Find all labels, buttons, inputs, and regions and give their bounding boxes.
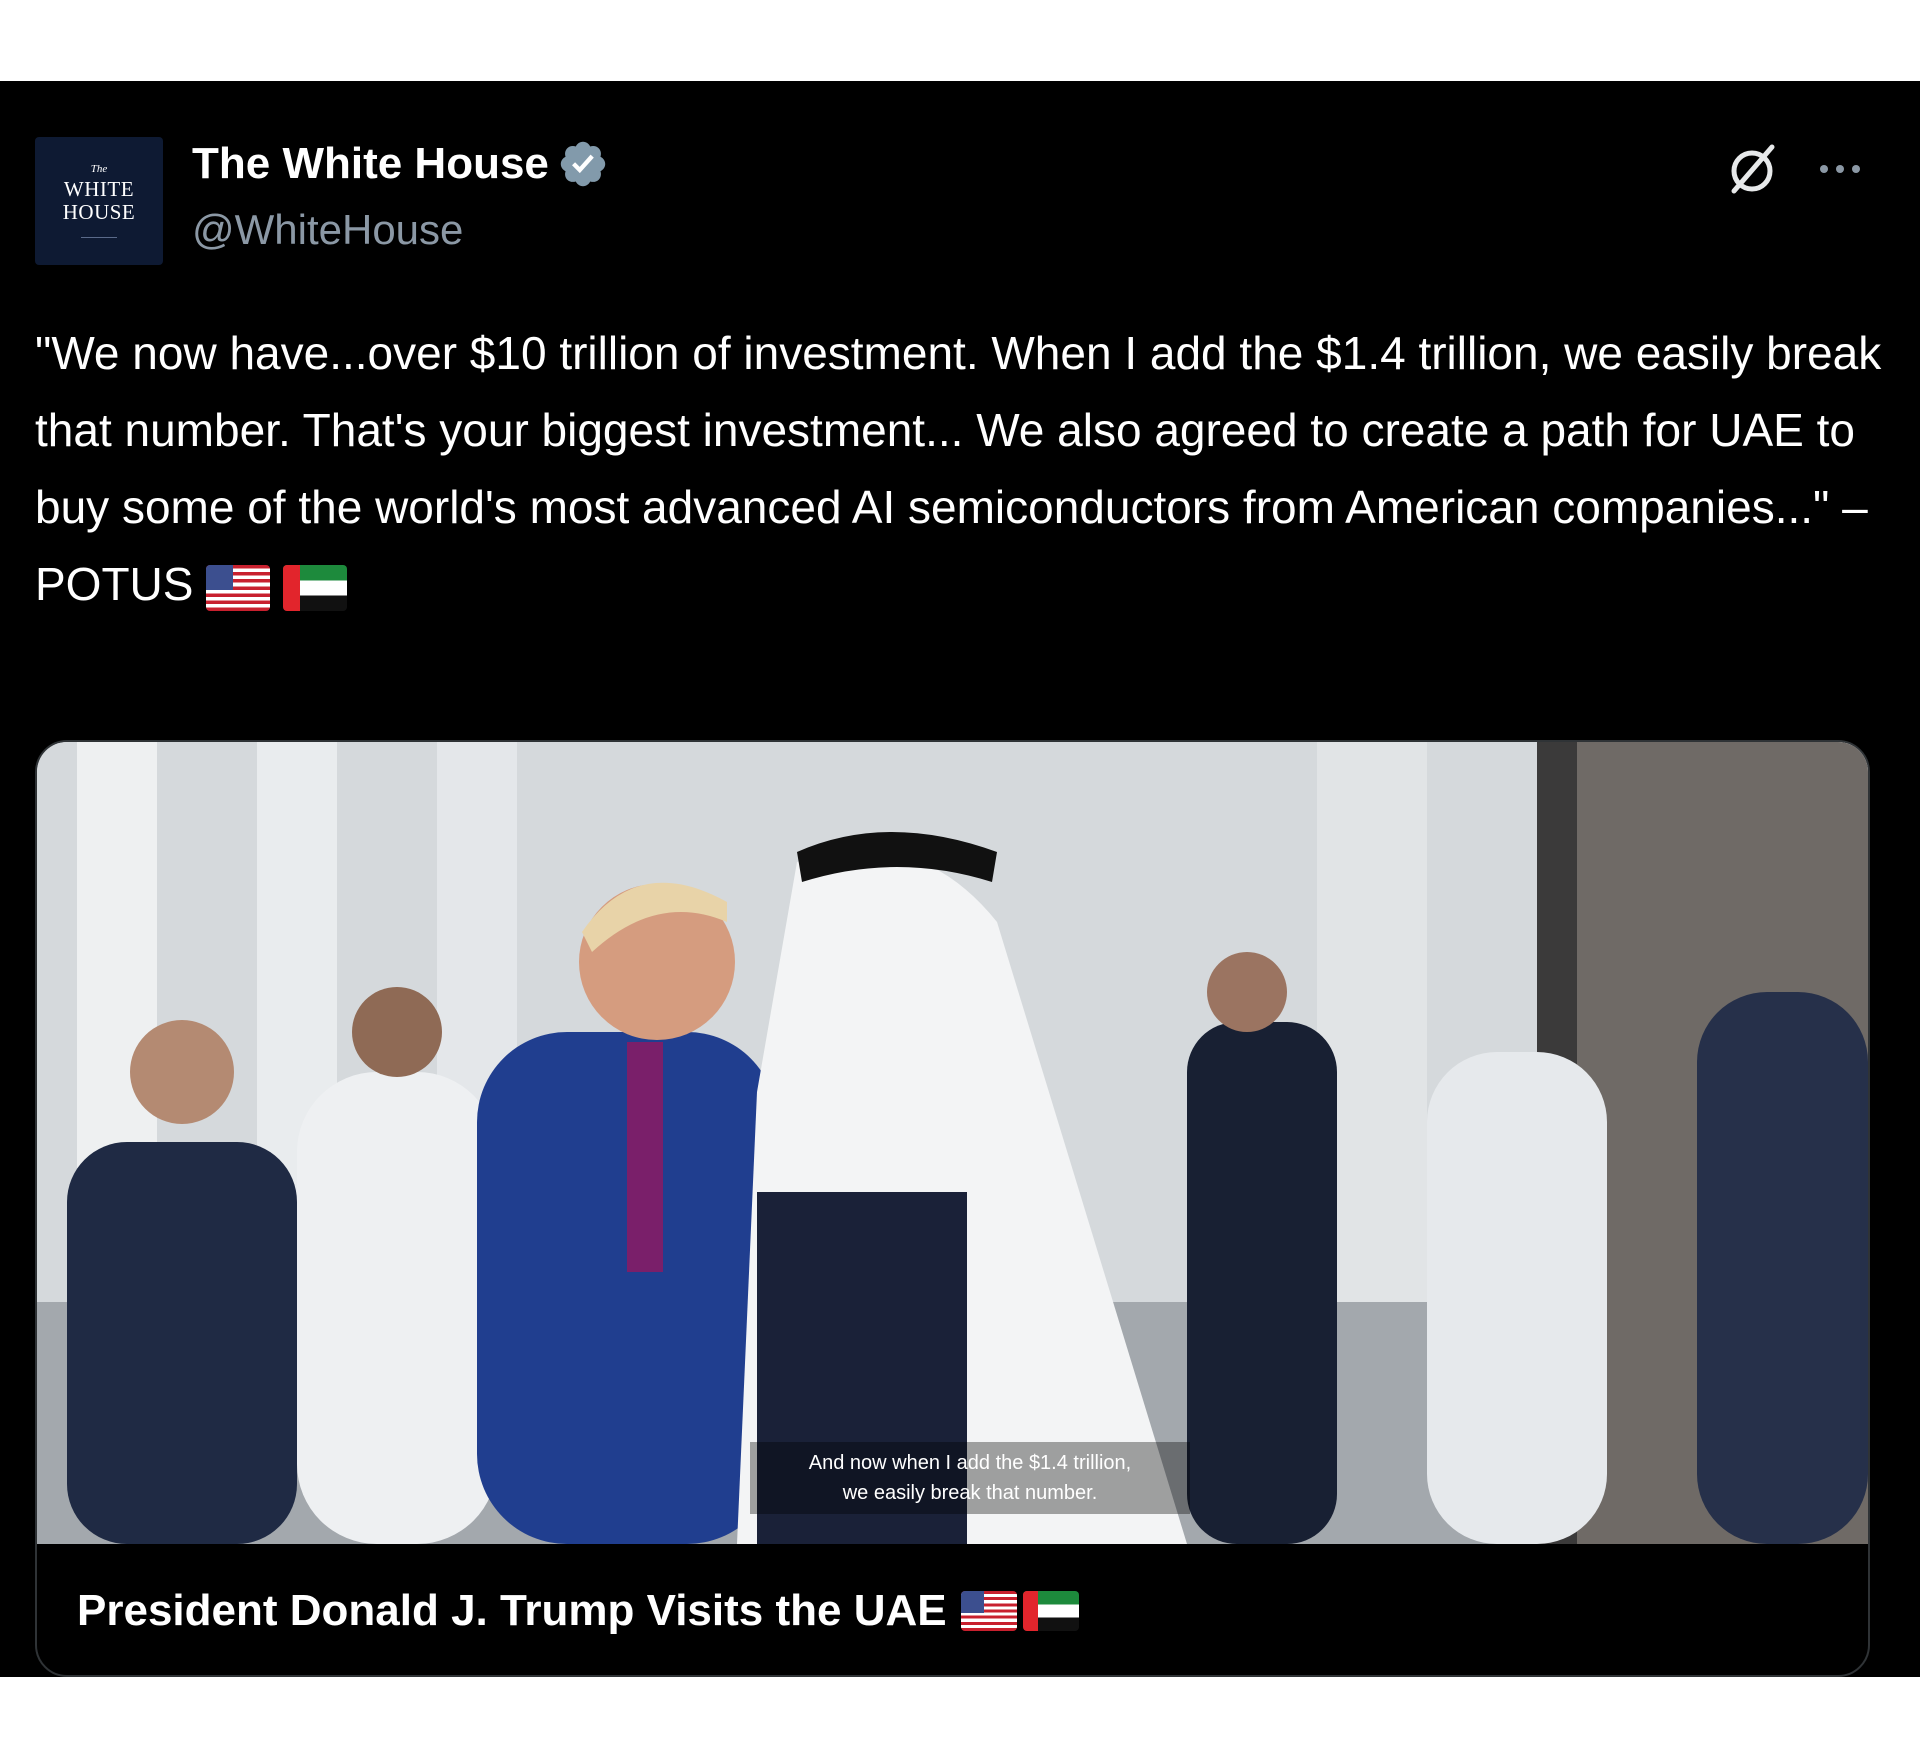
tweet-text: "We now have...over $10 trillion of inve… [35,315,1885,623]
avatar-rule [81,237,117,238]
uae-flag-emoji [1022,1591,1079,1631]
us-flag-emoji [206,564,271,611]
us-flag-emoji [960,1591,1017,1631]
grok-icon[interactable] [1724,141,1780,197]
subtitle-line-2: we easily break that number. [842,1482,1098,1504]
media-card[interactable]: And now when I add the $1.4 trillion, we… [35,740,1870,1677]
verified-badge-icon [560,141,606,187]
video-scene [37,742,1868,1544]
avatar-text-house: HOUSE [62,200,136,224]
avatar-text-white: WHITE [63,177,135,201]
card-title[interactable]: President Donald J. Trump Visits the UAE [77,1586,947,1636]
author-handle[interactable]: @WhiteHouse [192,206,463,254]
card-title-row[interactable]: President Donald J. Trump Visits the UAE [77,1586,1079,1636]
author-display-name-row[interactable]: The White House [192,138,609,190]
video-thumbnail[interactable]: And now when I add the $1.4 trillion, we… [37,742,1868,1544]
avatar-text-the: The [90,163,108,175]
video-subtitle: And now when I add the $1.4 trillion, we… [750,1442,1190,1514]
more-icon[interactable] [1815,152,1865,186]
subtitle-line-1: And now when I add the $1.4 trillion, [808,1452,1132,1474]
uae-flag-emoji [283,564,348,611]
author-display-name[interactable]: The White House [192,139,549,189]
avatar[interactable]: The WHITE HOUSE [35,137,163,265]
